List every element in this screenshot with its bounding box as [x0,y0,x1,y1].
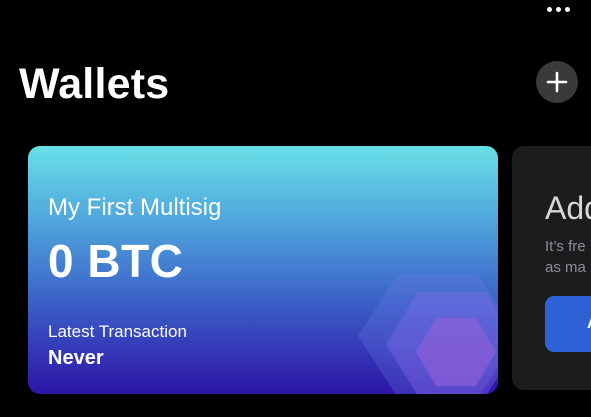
more-dot-icon [564,6,570,12]
wallets-screen: Wallets My First Multisig 0 BTC Latest T… [0,0,591,417]
latest-transaction-label: Latest Transaction [48,322,187,341]
wallet-card[interactable]: My First Multisig 0 BTC Latest Transacti… [28,146,498,394]
add-now-button[interactable]: A [545,296,591,352]
wallet-balance: 0 BTC [48,235,184,287]
hexagon-icon [358,274,498,394]
add-wallet-card[interactable]: Add It’s fre as ma A [512,146,591,390]
add-card-description: It’s fre as ma [545,236,591,278]
plus-icon [546,71,568,93]
wallet-name: My First Multisig [48,194,222,221]
add-wallet-button[interactable] [536,61,578,103]
more-dot-icon [555,6,561,12]
more-options-button[interactable] [542,2,574,16]
add-card-text-line: It’s fre [545,238,586,255]
more-dot-icon [546,6,552,12]
add-card-title: Add [545,190,591,226]
latest-transaction-value: Never [48,347,104,369]
add-card-text-line: as ma [545,259,586,276]
page-title: Wallets [19,60,170,108]
